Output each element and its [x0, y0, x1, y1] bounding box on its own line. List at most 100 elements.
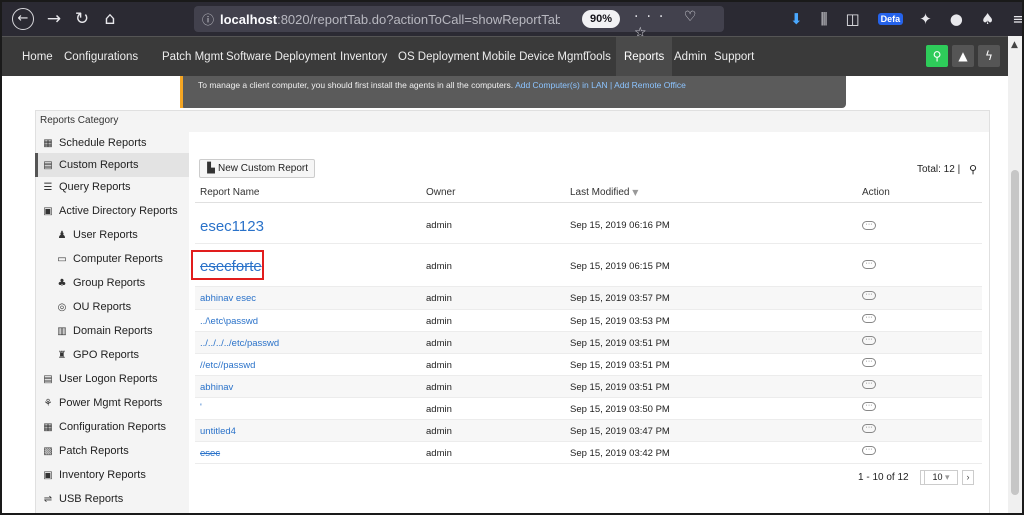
table-row[interactable]: esec admin Sep 15, 2019 03:42 PM ··· — [195, 442, 982, 464]
rocket-icon[interactable]: ▲ — [952, 45, 974, 67]
sidebar-item-user-logon-reports[interactable]: ▤ User Logon Reports — [35, 367, 189, 391]
action-menu-icon[interactable]: ··· — [862, 221, 876, 230]
action-menu-icon[interactable]: ··· — [862, 446, 876, 455]
info-icon[interactable]: ⓘ — [202, 11, 220, 28]
nav-patch-mgmt[interactable]: Patch Mgmt — [158, 37, 227, 77]
sidebar-item-group-reports[interactable]: ♣ Group Reports — [35, 271, 189, 295]
report-name-link[interactable]: esec — [200, 448, 220, 459]
column-report-name[interactable]: Report Name — [200, 187, 259, 198]
nav-configurations[interactable]: Configurations — [58, 37, 144, 77]
zoom-level[interactable]: 90% — [582, 10, 621, 28]
sidebar-item-active-directory-reports[interactable]: ▣ Active Directory Reports — [35, 199, 189, 223]
action-menu-icon[interactable]: ··· — [862, 358, 876, 367]
back-arrow-icon[interactable]: ← — [12, 8, 34, 30]
next-page-icon[interactable]: › — [962, 470, 974, 485]
extension-badge[interactable]: Defa — [877, 13, 904, 25]
pocket-icon[interactable]: ♡ — [684, 9, 705, 25]
nav-reports[interactable]: Reports — [616, 37, 673, 77]
more-icon[interactable]: ··· — [634, 9, 671, 25]
sidebar-item-user-reports[interactable]: ♟ User Reports — [35, 223, 189, 247]
gpo-icon: ♜ — [57, 350, 67, 361]
directory-icon: ▣ — [43, 206, 53, 217]
sidebar-item-ou-reports[interactable]: ◎ OU Reports — [35, 295, 189, 319]
sidebar-item-custom-reports[interactable]: ▤ Custom Reports — [35, 153, 189, 177]
group-icon: ♣ — [57, 278, 67, 289]
per-page-value: 10 — [932, 472, 943, 482]
action-menu-icon[interactable]: ··· — [862, 291, 876, 300]
action-menu-icon[interactable]: ··· — [862, 402, 876, 411]
new-custom-report-button[interactable]: ▙ New Custom Report — [199, 159, 316, 178]
add-computers-link[interactable]: Add Computer(s) in LAN — [515, 80, 608, 90]
sidebar-item-power-mgmt-reports[interactable]: ⚘ Power Mgmt Reports — [35, 391, 189, 415]
column-last-modified[interactable]: Last Modified ▼ — [570, 187, 638, 198]
nav-inventory[interactable]: Inventory — [334, 37, 393, 77]
sidebar-item-usb-reports[interactable]: ⇌ USB Reports — [35, 487, 189, 511]
report-name-link[interactable]: ../../../../etc/passwd — [200, 338, 279, 349]
forward-arrow-icon[interactable]: → — [40, 9, 68, 29]
table-row[interactable]: esecforte admin Sep 15, 2019 06:15 PM ··… — [195, 244, 982, 287]
profile-icon[interactable]: ● — [950, 10, 963, 28]
scroll-thumb[interactable] — [1011, 170, 1019, 495]
action-menu-icon[interactable]: ··· — [862, 336, 876, 345]
sidebar-icon[interactable]: ◫ — [845, 10, 859, 28]
download-icon[interactable]: ⬇ — [790, 10, 803, 28]
sidebar-item-gpo-reports[interactable]: ♜ GPO Reports — [35, 343, 189, 367]
sidebar-item-patch-reports[interactable]: ▧ Patch Reports — [35, 439, 189, 463]
per-page-select[interactable]: 10 ▾ — [924, 470, 958, 485]
add-remote-office-link[interactable]: Add Remote Office — [614, 80, 686, 90]
new-button-label: New Custom Report — [218, 163, 309, 174]
report-name-link[interactable]: esec1123 — [200, 218, 264, 235]
extension-icon[interactable]: ✦ — [919, 10, 932, 28]
nav-os-deployment[interactable]: OS Deployment — [392, 37, 485, 77]
action-menu-icon[interactable]: ··· — [862, 424, 876, 433]
nav-mobile-device-mgmt[interactable]: Mobile Device Mgmt — [476, 37, 592, 77]
sidebar-item-domain-reports[interactable]: ▥ Domain Reports — [35, 319, 189, 343]
report-name-link[interactable]: abhinav — [200, 382, 233, 393]
action-menu-icon[interactable]: ··· — [862, 380, 876, 389]
report-modified: Sep 15, 2019 03:47 PM — [570, 426, 670, 437]
table-row[interactable]: //etc//passwd admin Sep 15, 2019 03:51 P… — [195, 354, 982, 376]
sidebar-item-computer-reports[interactable]: ▭ Computer Reports — [35, 247, 189, 271]
table-row[interactable]: ../../../../etc/passwd admin Sep 15, 201… — [195, 332, 982, 354]
account-icon[interactable]: ♠ — [981, 10, 994, 28]
nav-software-deployment[interactable]: Software Deployment — [220, 37, 342, 77]
sidebar-item-schedule-reports[interactable]: ▦ Schedule Reports — [35, 131, 189, 155]
table-search-icon[interactable]: ⚲ — [969, 163, 977, 176]
sidebar-item-label: Patch Reports — [59, 445, 129, 457]
report-name-link[interactable]: ' — [200, 402, 202, 413]
report-name-link[interactable]: ../\etc\passwd — [200, 316, 258, 327]
table-row[interactable]: esec1123 admin Sep 15, 2019 06:16 PM ··· — [195, 203, 982, 244]
total-label: Total: 12 — [917, 164, 955, 175]
table-row[interactable]: abhinav admin Sep 15, 2019 03:51 PM ··· — [195, 376, 982, 398]
nav-support[interactable]: Support — [708, 37, 760, 77]
url-bar[interactable]: ⓘ localhost:8020/reportTab.do?actionToCa… — [194, 6, 724, 41]
table-row[interactable]: untitled4 admin Sep 15, 2019 03:47 PM ··… — [195, 420, 982, 442]
sidebar-item-configuration-reports[interactable]: ▦ Configuration Reports — [35, 415, 189, 439]
sidebar-item-inventory-reports[interactable]: ▣ Inventory Reports — [35, 463, 189, 487]
logon-icon: ▤ — [43, 374, 53, 385]
table-row[interactable]: ../\etc\passwd admin Sep 15, 2019 03:53 … — [195, 310, 982, 332]
action-menu-icon[interactable]: ··· — [862, 314, 876, 323]
reload-icon[interactable]: ↻ — [68, 9, 96, 29]
sidebar-item-query-reports[interactable]: ☰ Query Reports — [35, 175, 189, 199]
report-name-link[interactable]: untitled4 — [200, 426, 236, 437]
nav-actions: ⚲ ▲ ϟ — [922, 45, 1000, 67]
home-icon[interactable]: ⌂ — [96, 9, 124, 29]
report-name-link[interactable]: //etc//passwd — [200, 360, 255, 371]
search-icon[interactable]: ⚲ — [926, 45, 948, 67]
report-name-link[interactable]: abhinav esec — [200, 293, 256, 304]
table-row[interactable]: ' admin Sep 15, 2019 03:50 PM ··· — [195, 398, 982, 420]
action-menu-icon[interactable]: ··· — [862, 260, 876, 269]
sidebar-item-label: Computer Reports — [73, 253, 163, 265]
column-owner[interactable]: Owner — [426, 187, 455, 198]
bolt-icon[interactable]: ϟ — [978, 45, 1000, 67]
ou-icon: ◎ — [57, 302, 67, 313]
nav-admin[interactable]: Admin — [668, 37, 713, 77]
nav-home[interactable]: Home — [16, 37, 59, 77]
nav-tools[interactable]: Tools — [578, 37, 617, 77]
table-row[interactable]: abhinav esec admin Sep 15, 2019 03:57 PM… — [195, 287, 982, 310]
library-icon[interactable]: ⫼ — [821, 10, 828, 28]
scroll-up-icon[interactable]: ▲ — [1011, 40, 1018, 50]
sort-desc-icon[interactable]: ▼ — [632, 188, 638, 197]
menu-icon[interactable]: ≡ — [1012, 10, 1022, 28]
